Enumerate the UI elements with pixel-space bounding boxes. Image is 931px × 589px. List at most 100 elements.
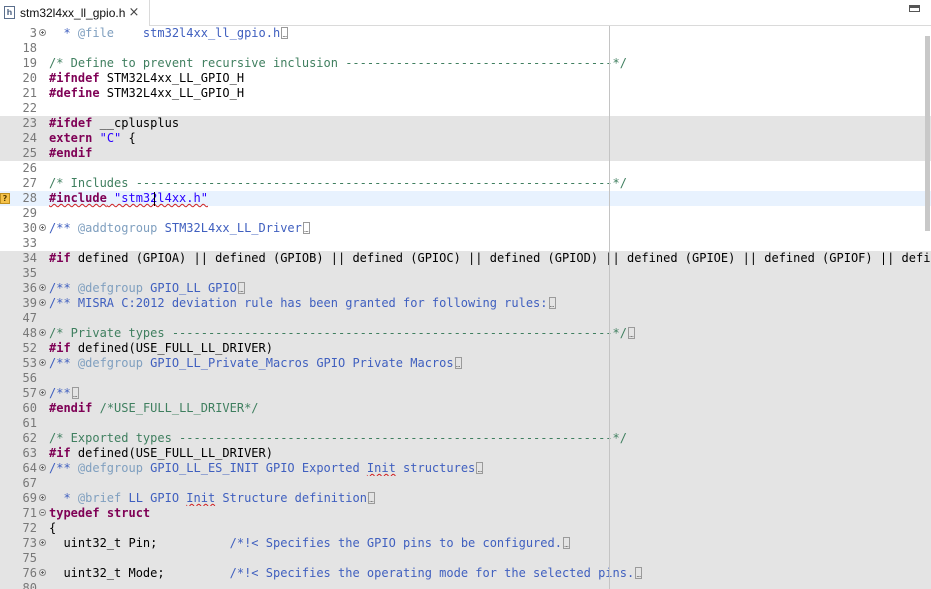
code-line[interactable]: ? 28 #include "stm32l4xx.h"	[0, 191, 931, 206]
code-editor[interactable]: 3 * @file stm32l4xx_ll_gpio.h… 18 19/* Def…	[0, 26, 931, 589]
code-text: extern "C" {	[49, 131, 136, 146]
collapsed-block-icon[interactable]: …	[454, 357, 462, 369]
code-line[interactable]: 18	[0, 41, 931, 56]
fold-expand-icon[interactable]	[39, 224, 46, 231]
fold-expand-icon[interactable]	[39, 284, 46, 291]
line-number: 47	[22, 311, 37, 325]
code-line[interactable]: 61	[0, 416, 931, 431]
collapsed-block-icon[interactable]: …	[367, 492, 375, 504]
code-line[interactable]: 30 /** @addtogroup STM32L4xx_LL_Driver…	[0, 221, 931, 236]
scrollbar-thumb[interactable]	[925, 36, 930, 231]
code-line[interactable]: 73 uint32_t Pin; /*!< Specifies the GPIO…	[0, 536, 931, 551]
header-file-icon: h	[4, 6, 15, 19]
code-line[interactable]: 69 * @brief LL GPIO Init Structure defin…	[0, 491, 931, 506]
code-line[interactable]: 3 * @file stm32l4xx_ll_gpio.h…	[0, 26, 931, 41]
code-token: #endif	[49, 401, 93, 415]
collapsed-block-icon[interactable]: …	[548, 297, 556, 309]
code-line[interactable]: 35	[0, 266, 931, 281]
fold-expand-icon[interactable]	[39, 539, 46, 546]
code-line[interactable]: 63 #if defined(USE_FULL_LL_DRIVER)	[0, 446, 931, 461]
code-line[interactable]: 33	[0, 236, 931, 251]
code-line[interactable]: 26	[0, 161, 931, 176]
minimize-icon[interactable]	[909, 5, 920, 12]
code-line[interactable]: 21 #define STM32L4xx_LL_GPIO_H	[0, 86, 931, 101]
code-line[interactable]: 53 /** @defgroup GPIO_LL_Private_Macros G…	[0, 356, 931, 371]
code-token: Structure definition	[215, 491, 367, 505]
fold-collapse-icon[interactable]	[39, 509, 46, 516]
code-line[interactable]: 80	[0, 581, 931, 589]
code-token: defined(USE_FULL_LL_DRIVER)	[70, 446, 273, 460]
line-number: 28	[22, 191, 37, 205]
line-number: 64	[22, 461, 37, 475]
code-line[interactable]: 29	[0, 206, 931, 221]
collapsed-block-icon[interactable]: …	[627, 327, 635, 339]
code-token: #include	[49, 191, 107, 205]
code-line[interactable]: 47	[0, 311, 931, 326]
code-token: /* Private types -----------------------…	[49, 326, 627, 340]
line-number: 24	[22, 131, 37, 145]
collapsed-block-icon[interactable]: …	[635, 567, 643, 579]
fold-expand-icon[interactable]	[39, 494, 46, 501]
line-number: 26	[22, 161, 37, 175]
code-line[interactable]: 19 /* Define to prevent recursive inclusi…	[0, 56, 931, 71]
code-line[interactable]: 34 #if defined (GPIOA) || defined (GPIOB)…	[0, 251, 931, 266]
code-token: /*USE_FULL_LL_DRIVER*/	[99, 401, 259, 415]
code-token: @brief	[77, 491, 122, 505]
collapsed-block-icon[interactable]: …	[237, 282, 245, 294]
fold-expand-icon[interactable]	[39, 299, 46, 306]
code-line[interactable]: 25 #endif	[0, 146, 931, 161]
code-text: {	[49, 521, 56, 536]
warning-icon[interactable]: ?	[0, 193, 10, 204]
code-token: STM32L4xx_LL_GPIO_H	[99, 86, 245, 100]
code-line[interactable]: 24 extern "C" {	[0, 131, 931, 146]
code-line[interactable]: 72 {	[0, 521, 931, 536]
fold-expand-icon[interactable]	[39, 329, 46, 336]
line-number: 69	[22, 491, 37, 505]
code-line[interactable]: 60 #endif /*USE_FULL_LL_DRIVER*/	[0, 401, 931, 416]
fold-expand-icon[interactable]	[39, 359, 46, 366]
code-line[interactable]: 22	[0, 101, 931, 116]
code-line[interactable]: 36 /** @defgroup GPIO_LL GPIO…	[0, 281, 931, 296]
code-line[interactable]: 52 #if defined(USE_FULL_LL_DRIVER)	[0, 341, 931, 356]
code-line[interactable]: 57 /**…	[0, 386, 931, 401]
collapsed-block-icon[interactable]: …	[71, 387, 79, 399]
code-token: *	[49, 491, 78, 505]
code-line[interactable]: 67	[0, 476, 931, 491]
line-number: 72	[22, 521, 37, 535]
collapsed-block-icon[interactable]: …	[476, 462, 484, 474]
code-token: GPIO_LL_Private_Macros GPIO Private Macr…	[142, 356, 454, 370]
code-text: /* Define to prevent recursive inclusion…	[49, 56, 627, 71]
tab-stm32l4xx-ll-gpio-h[interactable]: h stm32l4xx_ll_gpio.h ×	[0, 0, 150, 26]
fold-expand-icon[interactable]	[39, 29, 46, 36]
line-number: 23	[22, 116, 37, 130]
code-line[interactable]: 71 typedef struct	[0, 506, 931, 521]
code-token: @defgroup	[77, 356, 143, 370]
collapsed-block-icon[interactable]: …	[302, 222, 310, 234]
code-token: #ifdef	[49, 116, 93, 130]
collapsed-block-icon[interactable]: …	[281, 27, 289, 39]
line-number: 73	[22, 536, 37, 550]
code-line[interactable]: 27 /* Includes --------------------------…	[0, 176, 931, 191]
code-line[interactable]: 64 /** @defgroup GPIO_LL_ES_INIT GPIO Exp…	[0, 461, 931, 476]
fold-expand-icon[interactable]	[39, 389, 46, 396]
code-line[interactable]: 76 uint32_t Mode; /*!< Specifies the ope…	[0, 566, 931, 581]
collapsed-block-icon[interactable]: …	[562, 537, 570, 549]
line-number: 57	[22, 386, 37, 400]
code-line[interactable]: 75	[0, 551, 931, 566]
vertical-scrollbar[interactable]	[924, 26, 931, 589]
code-line[interactable]: 23 #ifdef __cplusplus	[0, 116, 931, 131]
fold-expand-icon[interactable]	[39, 464, 46, 471]
code-token: /* Exported types ----------------------…	[49, 431, 627, 445]
close-icon[interactable]: ×	[127, 0, 141, 26]
fold-expand-icon[interactable]	[39, 569, 46, 576]
code-line[interactable]: 56	[0, 371, 931, 386]
code-line[interactable]: 39 /** MISRA C:2012 deviation rule has be…	[0, 296, 931, 311]
code-token: typedef	[49, 506, 100, 520]
code-line[interactable]: 48 /* Private types ---------------------…	[0, 326, 931, 341]
code-token: /**	[49, 221, 78, 235]
line-number: 67	[22, 476, 37, 490]
line-number: 18	[22, 41, 37, 55]
code-line[interactable]: 62 /* Exported types --------------------…	[0, 431, 931, 446]
code-line[interactable]: 20 #ifndef STM32L4xx_LL_GPIO_H	[0, 71, 931, 86]
